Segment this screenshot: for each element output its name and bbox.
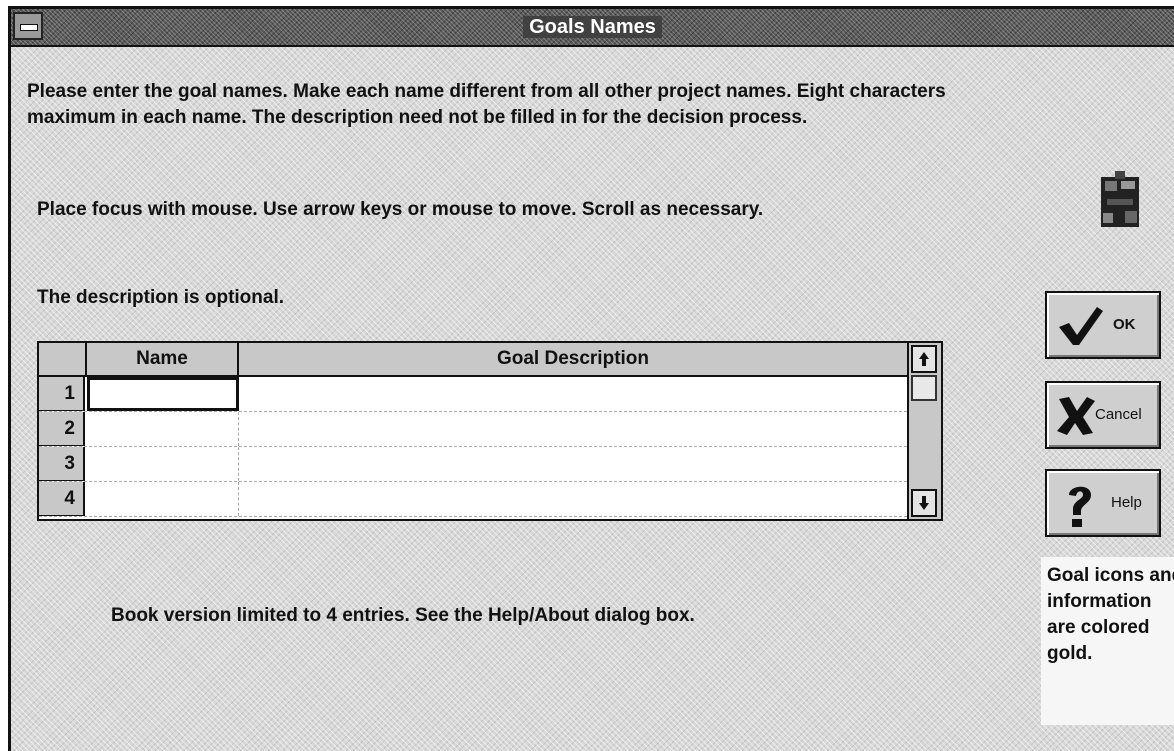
goal-name-cell[interactable]	[87, 482, 239, 516]
row-number: 4	[39, 482, 85, 516]
goal-description-cell[interactable]	[239, 377, 907, 411]
goal-description-cell[interactable]	[239, 412, 907, 446]
goal-name-cell[interactable]	[87, 447, 239, 481]
window-title-label: Goals Names	[523, 16, 662, 38]
checkmark-icon	[1055, 303, 1103, 349]
x-icon	[1055, 393, 1099, 439]
scrollbar-thumb[interactable]	[911, 375, 937, 401]
instructions-names: Please enter the goal names. Make each n…	[27, 81, 946, 128]
grid-body: 1 2 3 4	[39, 377, 907, 519]
table-row: 4	[39, 482, 907, 517]
arrow-up-icon[interactable]	[911, 345, 937, 373]
goal-color-info: Goal icons and information are colored g…	[1041, 557, 1174, 725]
instructions-navigation: Place focus with mouse. Use arrow keys o…	[37, 199, 764, 220]
grid-header: Name Goal Description	[39, 343, 907, 377]
grid-corner-header	[39, 343, 87, 375]
help-button[interactable]: Help	[1045, 469, 1161, 537]
row-number: 2	[39, 412, 85, 446]
name-column-header: Name	[87, 343, 239, 375]
book-version-note: Book version limited to 4 entries. See t…	[111, 605, 695, 626]
instructions-description-optional: The description is optional.	[37, 287, 285, 308]
goal-name-cell[interactable]	[87, 377, 239, 411]
goal-description-cell[interactable]	[239, 482, 907, 516]
help-button-label: Help	[1111, 494, 1142, 511]
goal-description-cell[interactable]	[239, 447, 907, 481]
row-number: 3	[39, 447, 85, 481]
app-logo-icon	[1097, 169, 1143, 235]
goals-grid: Name Goal Description 1 2 3 4	[37, 341, 943, 521]
cancel-button[interactable]: Cancel	[1045, 381, 1161, 449]
row-number: 1	[39, 377, 85, 411]
vertical-scrollbar[interactable]	[907, 343, 941, 519]
arrow-down-icon[interactable]	[911, 489, 937, 517]
ok-button[interactable]: OK	[1045, 291, 1161, 359]
goals-names-dialog: Goals Names Please enter the goal names.…	[8, 6, 1174, 751]
table-row: 3	[39, 447, 907, 482]
goal-description-column-header: Goal Description	[496, 348, 650, 369]
table-row: 2	[39, 412, 907, 447]
goal-name-cell[interactable]	[87, 412, 239, 446]
window-title: Goals Names	[11, 9, 1174, 45]
title-bar[interactable]: Goals Names	[11, 9, 1174, 47]
question-mark-icon	[1055, 481, 1099, 527]
table-row: 1	[39, 377, 907, 412]
cancel-button-label: Cancel	[1095, 406, 1142, 423]
ok-button-label: OK	[1113, 316, 1136, 333]
